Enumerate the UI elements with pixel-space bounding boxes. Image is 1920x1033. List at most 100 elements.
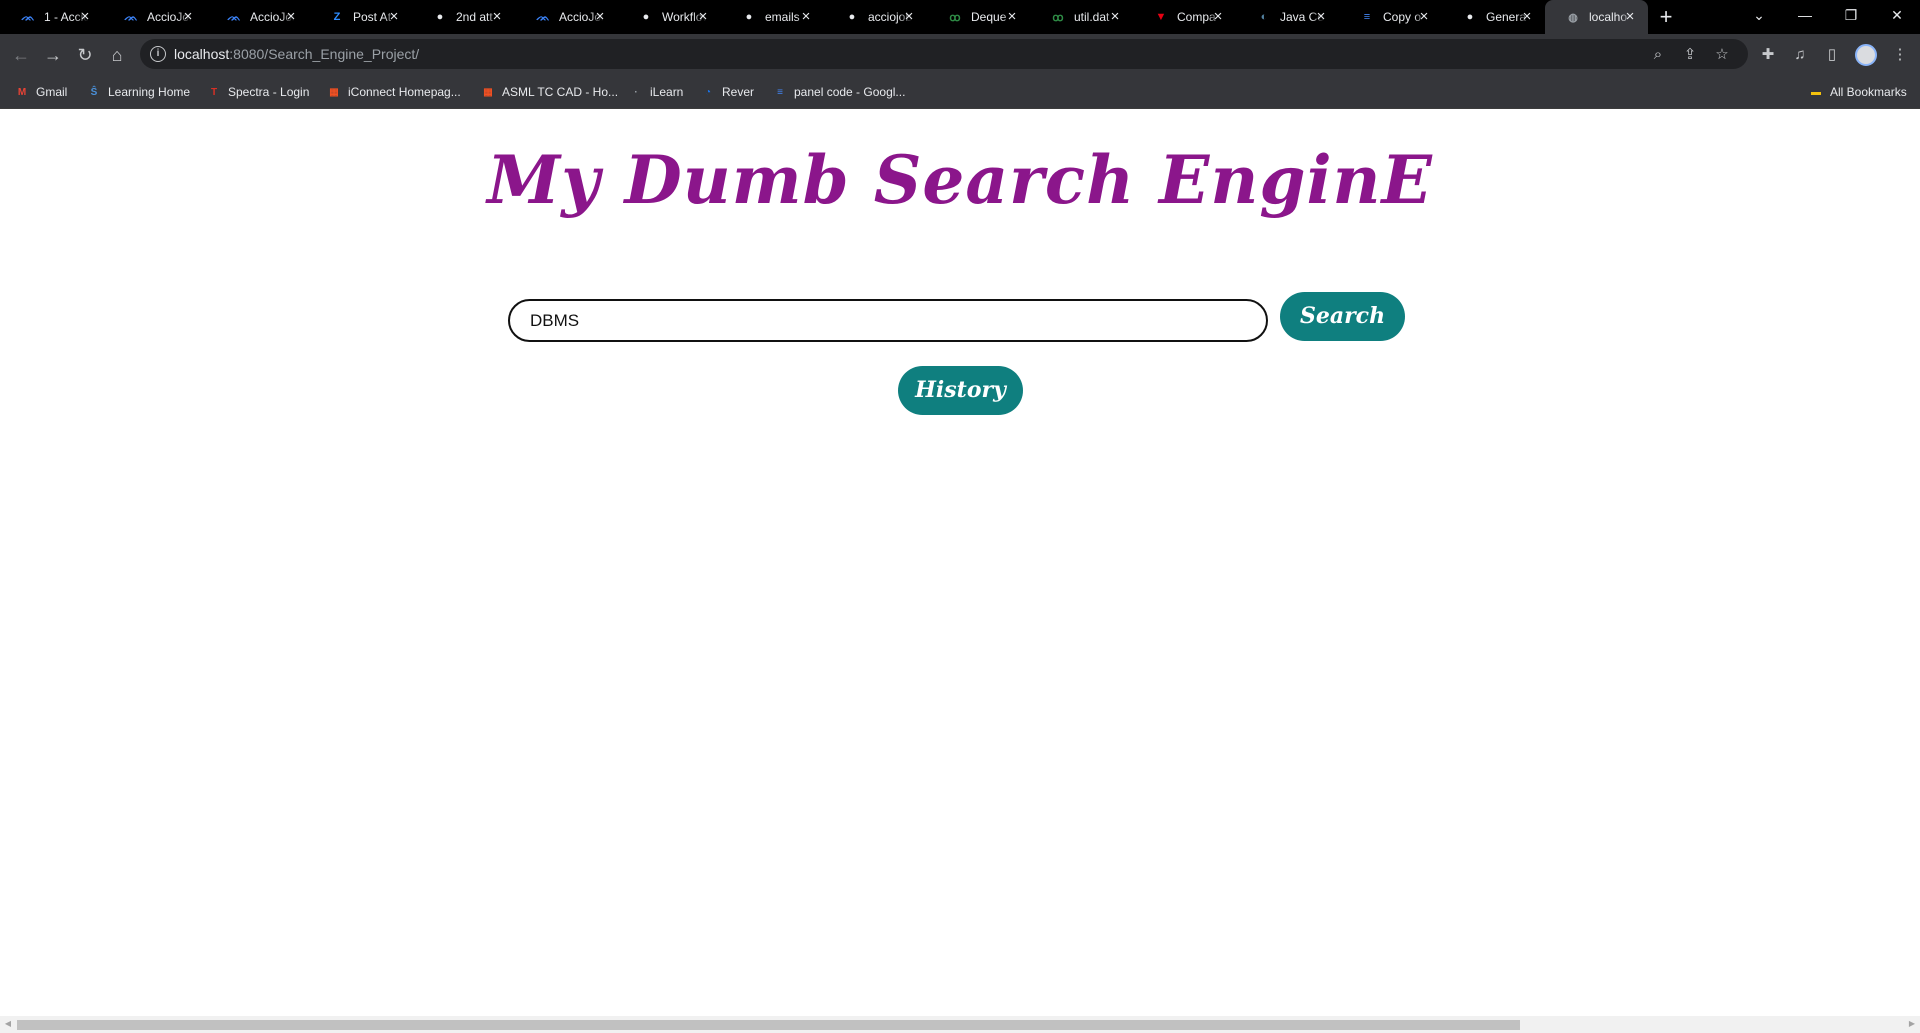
tab-close-icon[interactable]: × [901,9,917,25]
github-icon: ● [1466,11,1474,23]
tab-close-icon[interactable]: × [386,9,402,25]
tab-close-icon[interactable]: × [1107,9,1123,25]
java-icon: ◐ [1260,11,1268,23]
tab-close-icon[interactable]: × [1210,9,1226,25]
scroll-right-icon[interactable]: ▶ [1906,1018,1918,1030]
browser-toolbar: ← → ↻ ⌂ i localhost:8080/Search_Engine_P… [0,34,1920,75]
menu-kebab-icon[interactable]: ⋮ [1888,43,1912,67]
tab-close-icon[interactable]: × [1622,9,1638,25]
tab-close-icon[interactable]: × [798,9,814,25]
search-button[interactable]: Search [1280,292,1405,341]
tab-close-icon[interactable]: × [695,9,711,25]
address-bar[interactable]: i localhost:8080/Search_Engine_Project/ … [140,39,1748,69]
site-info-icon[interactable]: i [150,46,166,62]
spectra-icon: T [210,86,218,98]
close-window-icon[interactable]: ✕ [1874,0,1920,34]
bookmark-7[interactable]: ≡ panel code - Googl... [772,83,905,101]
side-panel-icon[interactable]: ▯ [1820,43,1844,67]
search-input[interactable] [508,299,1268,342]
bookmark-label: ASML TC CAD - Ho... [502,85,619,99]
bookmark-label: iConnect Homepag... [348,85,461,99]
bookmark-0[interactable]: M Gmail [14,83,68,101]
forward-icon[interactable]: → [40,42,66,68]
tab-14[interactable]: ● Genera × [1442,0,1545,34]
tab-1[interactable]: ᨏ AccioJob × [103,0,206,34]
bookmark-label: panel code - Googl... [794,85,906,99]
back-icon[interactable]: ← [8,42,34,68]
media-control-icon[interactable]: ♫ [1788,43,1812,67]
tab-7[interactable]: ● emails × [721,0,824,34]
gfg-icon: ꝏ [1052,11,1064,24]
tab-0[interactable]: ᨏ1 - Accio × [0,0,103,34]
profile-avatar[interactable] [1855,44,1877,66]
bookmark-label: Learning Home [108,85,191,99]
docs-icon: ≡ [777,86,783,98]
acciojob-icon: ᨏ [536,10,550,23]
tab-list: ᨏ1 - Accio × ᨏ AccioJob × ᨏ AccioJob × Z Post At ×… [0,0,1648,34]
tab-10[interactable]: ꝏ util.dat × [1030,0,1133,34]
gfg-icon: ꝏ [949,11,961,24]
page-content: My Dumb Search EnginE Search History [0,109,1920,1016]
reload-icon[interactable]: ↻ [72,42,98,68]
github-icon: ● [848,11,856,23]
bookmark-8[interactable]: ▬ All Bookmarks [1808,83,1907,101]
ilearn-icon: · [634,86,638,98]
address-url[interactable]: localhost:8080/Search_Engine_Project/ [174,46,419,62]
tab-close-icon[interactable]: × [1416,9,1432,25]
tab-close-icon[interactable]: × [1313,9,1329,25]
share-icon[interactable]: ⇪ [1680,45,1700,65]
address-host: localhost [174,46,230,62]
tab-15[interactable]: ◍ localho × [1545,0,1648,34]
tab-close-icon[interactable]: × [489,9,505,25]
tab-6[interactable]: ●Workflow× [618,0,721,34]
github-icon: ● [436,11,444,23]
globe-icon: ◍ [1568,11,1578,24]
acciojob-icon: ᨏ [227,10,241,23]
bookmark-4[interactable]: ▦ ASML TC CAD - Ho... [480,83,618,101]
tab-4[interactable]: ● 2nd att × [412,0,515,34]
scrollbar-thumb[interactable] [17,1020,1520,1030]
horizontal-scrollbar[interactable]: ◀ ▶ [0,1016,1920,1033]
docs-icon: ≡ [1363,11,1371,23]
home-icon[interactable]: ⌂ [104,42,130,68]
tab-close-icon[interactable]: × [180,9,196,25]
tab-strip: ᨏ1 - Accio × ᨏ AccioJob × ᨏ AccioJob × Z Post At ×… [0,0,1920,34]
bookmarks-bar: M Gmail Ŝ Learning Home T Spectra - Login ▦ iCo… [0,75,1920,109]
learning-icon: Ŝ [90,86,98,98]
bookmark-3[interactable]: ▦ iConnect Homepag... [326,83,461,101]
zoom-icon[interactable]: ⌕ [1648,45,1668,65]
history-button[interactable]: History [898,366,1023,415]
microsoft-icon: ▦ [329,86,339,98]
microsoft-icon: ▦ [483,86,493,98]
tab-close-icon[interactable]: × [592,9,608,25]
minimize-icon[interactable]: — [1782,0,1828,34]
tab-5[interactable]: ᨏ AccioJob × [515,0,618,34]
tab-13[interactable]: ≡ Copy o × [1339,0,1442,34]
tab-search-icon[interactable]: ⌄ [1736,0,1782,34]
tab-close-icon[interactable]: × [77,9,93,25]
tab-8[interactable]: ● acciojob × [824,0,927,34]
new-tab-button[interactable]: + [1648,0,1684,34]
bookmark-label: All Bookmarks [1830,85,1907,99]
tab-2[interactable]: ᨏ AccioJob × [206,0,309,34]
bookmark-2[interactable]: T Spectra - Login [206,83,309,101]
bookmark-6[interactable]: ◔ Rever [700,83,754,101]
bookmark-1[interactable]: Ŝ Learning Home [86,83,190,101]
tab-close-icon[interactable]: × [283,9,299,25]
tab-9[interactable]: ꝏ Deque × [927,0,1030,34]
tab-12[interactable]: ◐ Java Co × [1236,0,1339,34]
bookmark-label: iLearn [650,85,684,99]
address-path: :8080/Search_Engine_Project/ [229,46,420,62]
tab-11[interactable]: ▼ Compa × [1133,0,1236,34]
bookmark-5[interactable]: · iLearn [628,83,683,101]
bookmark-label: Gmail [36,85,68,99]
extensions-icon[interactable]: ✚ [1756,43,1780,67]
tab-close-icon[interactable]: × [1519,9,1535,25]
vivaldi-icon: ▼ [1155,11,1167,23]
bookmark-star-icon[interactable]: ☆ [1712,45,1732,65]
tab-close-icon[interactable]: × [1004,9,1020,25]
acciojob-icon: ᨏ [124,10,138,23]
restore-icon[interactable]: ❐ [1828,0,1874,34]
tab-3[interactable]: Z Post At × [309,0,412,34]
scroll-left-icon[interactable]: ◀ [2,1018,14,1030]
